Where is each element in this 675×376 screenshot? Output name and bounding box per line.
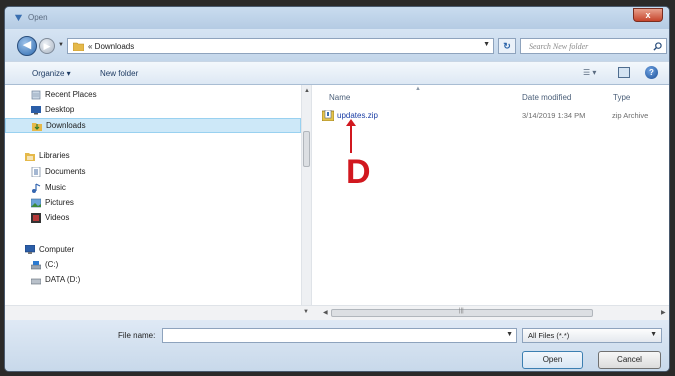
drive-d-icon bbox=[30, 275, 42, 285]
scroll-up-icon[interactable]: ▲ bbox=[304, 88, 310, 94]
file-list: Name ▲ Date modified Type updates.zip 3/… bbox=[311, 85, 669, 320]
pictures-icon bbox=[30, 198, 42, 208]
scroll-right-icon[interactable]: ▶ bbox=[661, 309, 666, 316]
recent-places-icon bbox=[31, 90, 41, 100]
sidebar-item-drive-c[interactable]: (C:) bbox=[5, 258, 301, 273]
computer-icon bbox=[24, 244, 36, 255]
sidebar-item-label: (C:) bbox=[45, 260, 59, 269]
refresh-button[interactable]: ↻ bbox=[498, 38, 516, 54]
sidebar-item-documents[interactable]: Documents bbox=[5, 165, 301, 180]
window-title: Open bbox=[28, 13, 48, 22]
sidebar-item-label: Documents bbox=[45, 167, 86, 176]
scroll-grip-icon: ||| bbox=[459, 308, 464, 314]
recent-locations-button[interactable]: ▼ bbox=[58, 42, 64, 48]
scroll-thumb[interactable] bbox=[303, 131, 310, 167]
new-folder-button[interactable]: New folder bbox=[100, 69, 138, 78]
chevron-down-icon[interactable]: ▼ bbox=[650, 331, 657, 338]
chevron-down-icon[interactable]: ▼ bbox=[506, 331, 513, 338]
horizontal-scroll-thumb[interactable]: ||| bbox=[331, 308, 593, 317]
column-header-type[interactable]: Type bbox=[613, 93, 630, 102]
horizontal-scrollbar[interactable]: ▼ ◀ ||| ▶ bbox=[5, 305, 669, 320]
file-type: zip Archive bbox=[612, 111, 649, 120]
documents-icon bbox=[31, 166, 41, 178]
forward-button[interactable]: ▶ bbox=[39, 38, 55, 54]
open-button[interactable]: Open bbox=[522, 351, 583, 369]
organize-button[interactable]: Organize ▾ bbox=[32, 69, 71, 78]
videos-icon bbox=[31, 213, 41, 223]
column-header-name[interactable]: Name bbox=[329, 93, 350, 102]
back-button[interactable]: ◀ bbox=[17, 36, 37, 56]
annotation-arrow bbox=[350, 123, 352, 153]
preview-pane-button[interactable] bbox=[618, 67, 630, 78]
sort-arrow-icon: ▲ bbox=[415, 86, 421, 92]
sidebar-item-label: Computer bbox=[39, 245, 75, 254]
sidebar-item-label: Libraries bbox=[39, 151, 70, 160]
file-row[interactable]: updates.zip 3/14/2019 1:34 PM zip Archiv… bbox=[322, 110, 667, 124]
zip-file-icon bbox=[322, 110, 334, 121]
navigation-scrollbar[interactable]: ▲ bbox=[301, 85, 311, 320]
sidebar-item-music[interactable]: Music bbox=[5, 181, 301, 196]
file-name-label: File name: bbox=[118, 331, 156, 340]
search-box[interactable]: Search New folder bbox=[520, 38, 667, 54]
sidebar-item-label: Pictures bbox=[45, 198, 74, 207]
sidebar-item-label: DATA (D:) bbox=[45, 275, 81, 284]
folder-icon bbox=[73, 42, 84, 51]
downloads-folder-icon bbox=[32, 121, 42, 131]
sidebar-item-label: Desktop bbox=[45, 105, 75, 114]
chevron-down-icon[interactable]: ▼ bbox=[483, 41, 490, 48]
annotation-label: D bbox=[346, 153, 371, 191]
music-icon bbox=[31, 183, 41, 193]
change-view-button[interactable]: ☰ ▾ bbox=[583, 68, 596, 77]
sidebar-item-desktop[interactable]: Desktop bbox=[5, 103, 301, 118]
navigation-pane: Recent Places Desktop Downloads Librarie… bbox=[5, 85, 311, 320]
close-button[interactable]: x bbox=[633, 8, 663, 22]
sidebar-item-downloads[interactable]: Downloads bbox=[5, 118, 301, 133]
column-header-date[interactable]: Date modified bbox=[522, 93, 571, 102]
address-path: « Downloads bbox=[88, 42, 135, 51]
address-bar[interactable]: « Downloads ▼ bbox=[67, 38, 494, 54]
app-icon bbox=[14, 14, 23, 22]
dialog-footer: File name: ▼ All Files (*.*) ▼ Open Canc… bbox=[5, 320, 669, 371]
command-bar: Organize ▾ New folder ☰ ▾ ? bbox=[5, 61, 669, 85]
sidebar-item-drive-d[interactable]: DATA (D:) bbox=[5, 273, 301, 288]
sidebar-item-computer[interactable]: Computer bbox=[5, 243, 301, 258]
open-dialog: Open x ◀ ▶ ▼ « Downloads ▼ ↻ Search New … bbox=[4, 6, 670, 372]
search-icon[interactable] bbox=[653, 42, 662, 51]
sidebar-item-videos[interactable]: Videos bbox=[5, 211, 301, 226]
navigation-bar: ◀ ▶ ▼ « Downloads ▼ ↻ Search New folder bbox=[5, 29, 669, 61]
file-name[interactable]: updates.zip bbox=[337, 111, 378, 120]
scroll-left-icon[interactable]: ◀ bbox=[323, 309, 328, 316]
drive-c-icon bbox=[30, 260, 42, 270]
file-type-value: All Files (*.*) bbox=[528, 331, 570, 340]
sidebar-item-libraries[interactable]: Libraries bbox=[5, 149, 301, 164]
search-input[interactable]: Search New folder bbox=[529, 42, 588, 51]
sidebar-item-label: Downloads bbox=[46, 121, 86, 130]
file-type-select[interactable]: All Files (*.*) ▼ bbox=[522, 328, 662, 343]
sidebar-item-label: Videos bbox=[45, 213, 70, 222]
desktop-icon bbox=[31, 105, 41, 115]
libraries-icon bbox=[25, 151, 35, 161]
cancel-button[interactable]: Cancel bbox=[598, 351, 661, 369]
file-date: 3/14/2019 1:34 PM bbox=[522, 111, 586, 120]
help-button[interactable]: ? bbox=[645, 66, 658, 79]
sidebar-item-recent-places[interactable]: Recent Places bbox=[5, 88, 301, 103]
sidebar-item-label: Recent Places bbox=[45, 90, 97, 99]
sidebar-item-label: Music bbox=[45, 183, 66, 192]
title-bar: Open x bbox=[5, 7, 669, 29]
scroll-down-icon[interactable]: ▼ bbox=[303, 309, 309, 315]
file-name-input[interactable]: ▼ bbox=[162, 328, 517, 343]
sidebar-item-pictures[interactable]: Pictures bbox=[5, 196, 301, 211]
